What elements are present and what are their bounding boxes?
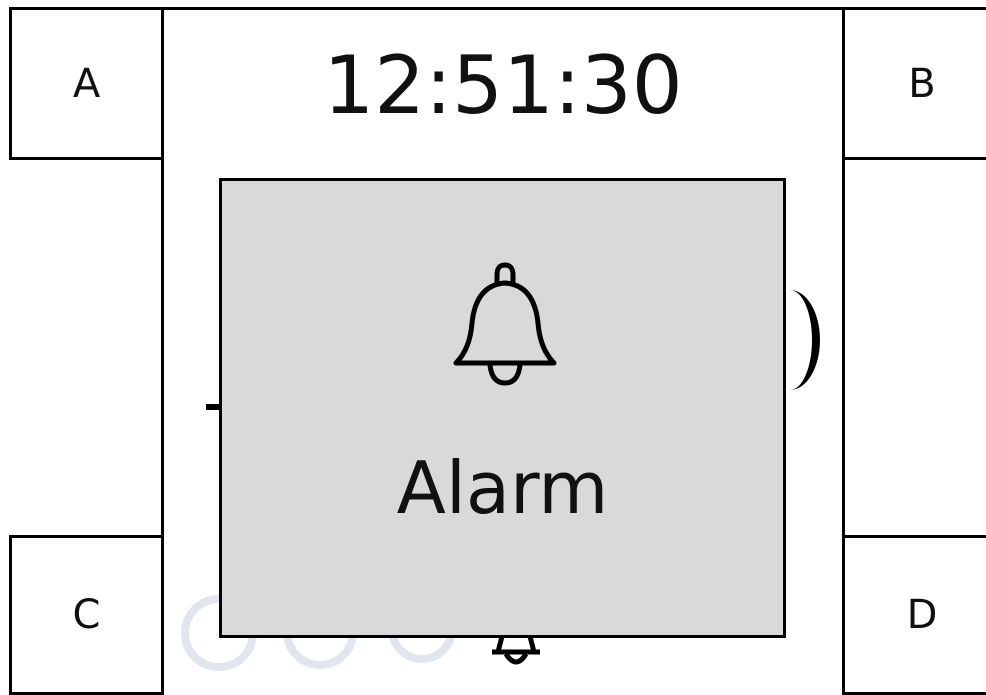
- corner-button-a[interactable]: A: [9, 7, 164, 160]
- bell-icon: [453, 262, 557, 386]
- corner-button-d-label: D: [906, 592, 938, 638]
- corner-button-b[interactable]: B: [842, 7, 986, 160]
- corner-button-b-label: B: [908, 60, 936, 107]
- corner-button-a-label: A: [72, 60, 101, 107]
- clock-time: 12:51:30: [323, 39, 683, 132]
- corner-button-c-label: C: [72, 592, 101, 638]
- alarm-popup-label: Alarm: [396, 446, 609, 530]
- alarm-popup[interactable]: Alarm: [219, 178, 786, 638]
- corner-button-d[interactable]: D: [842, 535, 986, 695]
- corner-button-c[interactable]: C: [9, 535, 164, 695]
